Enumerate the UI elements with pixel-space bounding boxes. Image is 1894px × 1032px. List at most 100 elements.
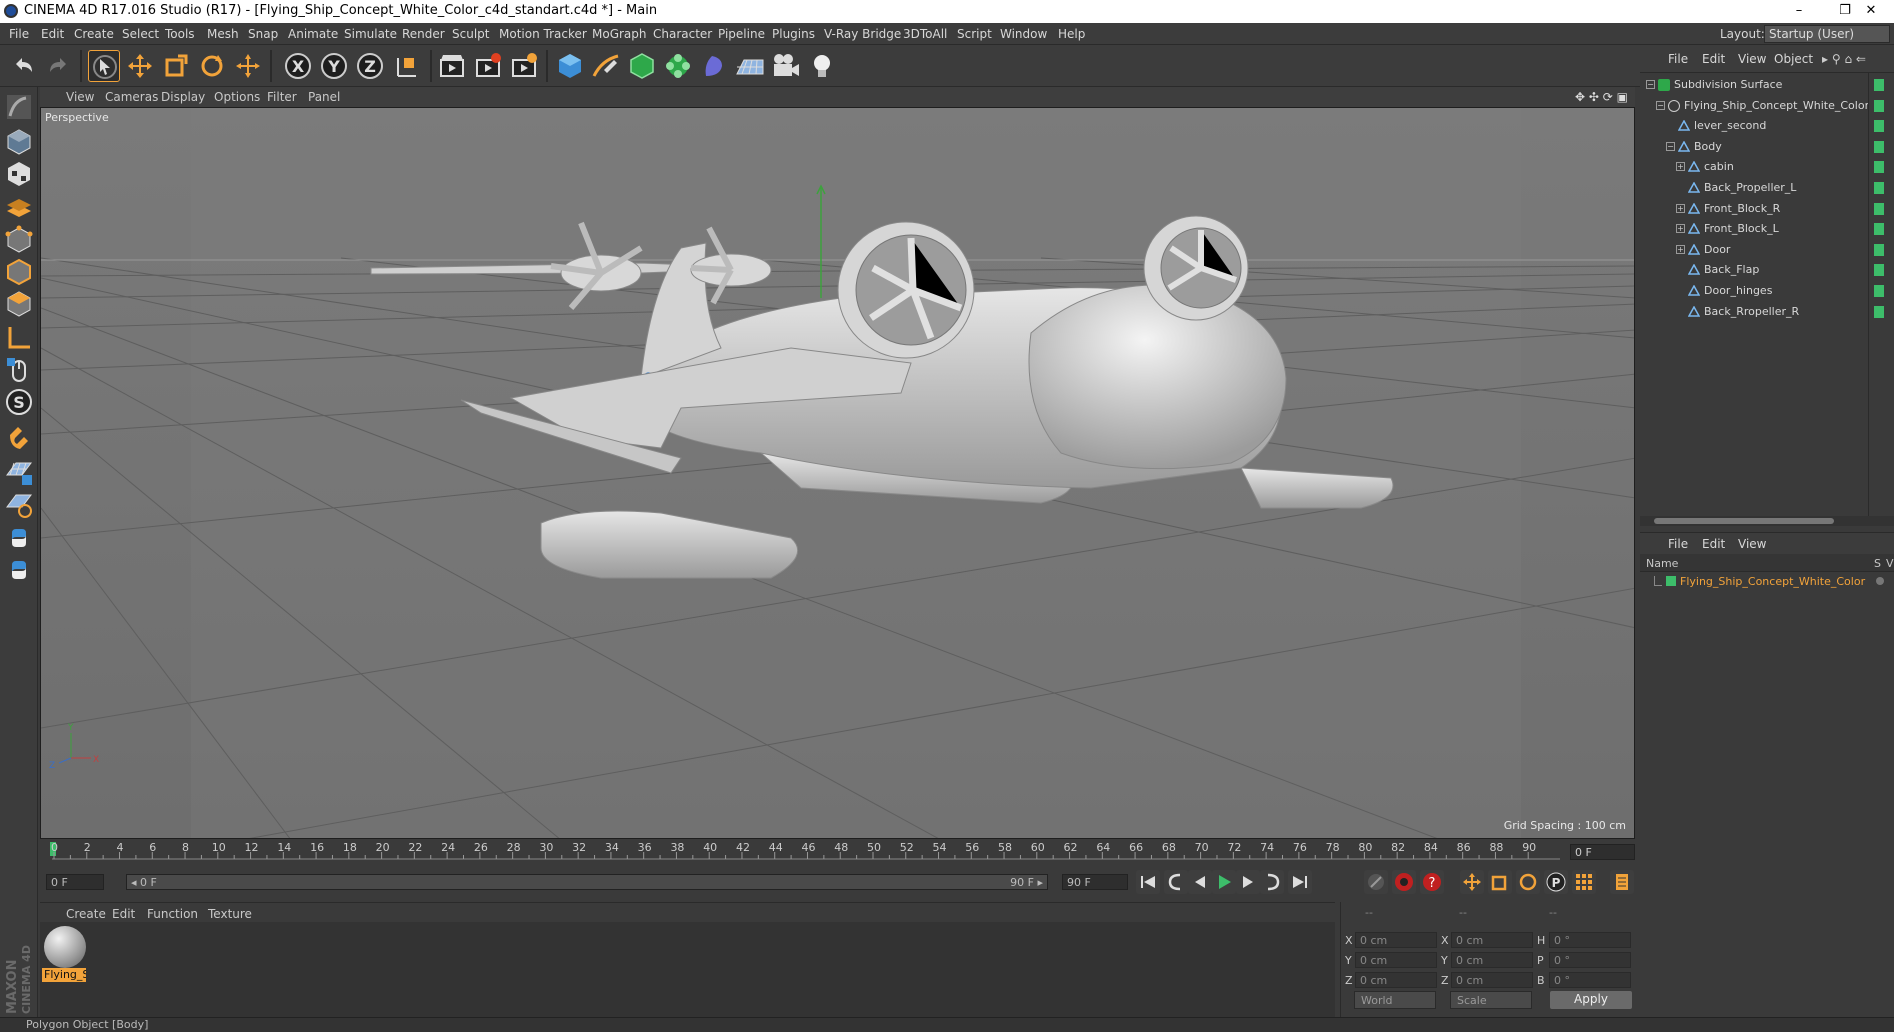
viewport-menu-panel[interactable]: Panel (308, 90, 340, 104)
object-tree-row[interactable]: Door_hinges (1640, 281, 1870, 301)
menu-snap[interactable]: Snap (248, 27, 278, 41)
deformer-icon[interactable] (698, 50, 730, 82)
layer-color-swatch[interactable] (1874, 285, 1884, 297)
size-y-field[interactable]: 0 cm (1451, 952, 1533, 968)
layer-color-swatch[interactable] (1874, 223, 1884, 236)
menu-script[interactable]: Script (957, 27, 992, 41)
render-view-icon[interactable] (436, 50, 468, 82)
key-point-level-icon[interactable] (1572, 870, 1596, 894)
key-position-icon[interactable] (1460, 870, 1484, 894)
edges-mode-icon[interactable] (4, 257, 34, 287)
render-picture-viewer-icon[interactable] (472, 50, 504, 82)
layer-color-swatch[interactable] (1874, 202, 1884, 215)
record-active-objects-icon[interactable] (1392, 870, 1416, 894)
layer-color-swatch[interactable] (1874, 79, 1884, 91)
tree-expander-icon[interactable]: + (1676, 162, 1685, 172)
menu-mograph[interactable]: MoGraph (592, 27, 647, 41)
om-menu-edit[interactable]: Edit (1702, 52, 1725, 66)
s-column-header[interactable]: S (1874, 557, 1881, 570)
viewport-menu-cameras[interactable]: Cameras (105, 90, 158, 104)
object-manager-scrollbar[interactable] (1640, 516, 1894, 526)
menu-motion-tracker[interactable]: Motion Tracker (499, 27, 587, 41)
object-tree-row[interactable]: + Door (1640, 240, 1870, 260)
texture-mode-icon[interactable] (4, 159, 34, 189)
layer-color-swatch[interactable] (1874, 120, 1884, 133)
object-tree-row[interactable]: Back_Propeller_L (1640, 178, 1870, 198)
object-tree-row[interactable]: + Front_Block_R (1640, 199, 1870, 219)
object-tree-row[interactable]: + Front_Block_L (1640, 219, 1870, 239)
menu-vray-bridge[interactable]: V-Ray Bridge (824, 27, 901, 41)
select-tool-icon[interactable] (88, 50, 120, 82)
lm-menu-edit[interactable]: Edit (1702, 537, 1725, 551)
polygons-mode-icon[interactable] (4, 289, 34, 319)
solo-dot-icon[interactable] (1876, 577, 1884, 585)
undo-button[interactable] (8, 50, 40, 82)
om-menu-file[interactable]: File (1668, 52, 1688, 66)
coordinate-space-dropdown[interactable]: World (1354, 991, 1436, 1009)
object-tree-row[interactable]: − Flying_Ship_Concept_White_Color (1640, 96, 1870, 116)
size-z-field[interactable]: 0 cm (1451, 972, 1533, 988)
viewport-menu-options[interactable]: Options (214, 90, 260, 104)
make-editable-icon[interactable] (4, 92, 34, 122)
menu-select[interactable]: Select (122, 27, 159, 41)
position-x-field[interactable]: 0 cm (1355, 932, 1437, 948)
autokeying-icon[interactable]: ? (1420, 870, 1444, 894)
axis-mode-icon[interactable] (4, 323, 34, 353)
material-menu-create[interactable]: Create (66, 907, 106, 921)
menu-sculpt[interactable]: Sculpt (452, 27, 489, 41)
cube-primitive-icon[interactable] (554, 50, 586, 82)
timeline-layout-icon[interactable] (1610, 870, 1634, 894)
viewport-navigate-icons[interactable]: ✥ ✣ ⟳ ▣ (1575, 90, 1628, 104)
tweak-mode-icon[interactable] (4, 355, 34, 385)
subdivision-surface-icon[interactable] (626, 50, 658, 82)
om-menu-view[interactable]: View (1738, 52, 1766, 66)
om-menu-object[interactable]: Object (1774, 52, 1813, 66)
rotation-b-field[interactable]: 0 ° (1549, 972, 1631, 988)
tree-expander-icon[interactable]: + (1676, 224, 1685, 234)
x-axis-lock-icon[interactable]: X (282, 50, 314, 82)
next-frame-icon[interactable] (1236, 870, 1260, 894)
camera-icon[interactable] (770, 50, 802, 82)
menu-character[interactable]: Character (653, 27, 712, 41)
object-tree-row[interactable]: − Subdivision Surface (1640, 75, 1870, 95)
lm-menu-view[interactable]: View (1738, 537, 1766, 551)
transform-tool-icon[interactable] (232, 50, 264, 82)
menu-pipeline[interactable]: Pipeline (718, 27, 765, 41)
workplane-mode-icon[interactable] (4, 191, 34, 221)
enable-axis-icon[interactable] (4, 457, 34, 487)
snapping-icon[interactable]: S (4, 387, 34, 417)
material-preview-ball[interactable] (44, 926, 86, 968)
points-mode-icon[interactable] (4, 225, 34, 255)
menu-mesh[interactable]: Mesh (207, 27, 239, 41)
v-column-header[interactable]: V (1886, 557, 1894, 570)
material-menu-function[interactable]: Function (147, 907, 198, 921)
om-tools-icons[interactable]: ▸ ⚲ ⌂ ⇐ (1822, 52, 1866, 66)
menu-file[interactable]: File (9, 27, 29, 41)
go-to-end-icon[interactable] (1288, 870, 1312, 894)
viewport-solo-icon[interactable] (4, 489, 34, 519)
layer-color-swatch[interactable] (1874, 161, 1884, 174)
menu-edit[interactable]: Edit (41, 27, 64, 41)
render-settings-icon[interactable] (508, 50, 540, 82)
python-script-icon[interactable] (4, 555, 34, 585)
floor-environment-icon[interactable] (734, 50, 766, 82)
tree-expander-icon[interactable]: − (1666, 141, 1675, 151)
rotation-h-field[interactable]: 0 ° (1549, 932, 1631, 948)
rotate-tool-icon[interactable] (196, 50, 228, 82)
layer-color-swatch[interactable] (1874, 182, 1884, 194)
current-frame-field[interactable]: 0 F (1570, 844, 1635, 860)
light-icon[interactable] (806, 50, 838, 82)
material-menu-texture[interactable]: Texture (208, 907, 252, 921)
y-axis-lock-icon[interactable]: Y (318, 50, 350, 82)
material-menu-edit[interactable]: Edit (112, 907, 135, 921)
menu-help[interactable]: Help (1058, 27, 1085, 41)
z-axis-lock-icon[interactable]: Z (354, 50, 386, 82)
model-mode-icon[interactable] (4, 127, 34, 157)
tree-expander-icon[interactable]: + (1676, 203, 1685, 213)
scrollbar-thumb[interactable] (1654, 518, 1834, 524)
object-tree-row[interactable]: + cabin (1640, 157, 1870, 177)
previous-frame-icon[interactable] (1188, 870, 1212, 894)
key-scale-icon[interactable] (1488, 870, 1512, 894)
tree-expander-icon[interactable]: − (1646, 80, 1655, 89)
play-forward-icon[interactable] (1212, 870, 1236, 894)
